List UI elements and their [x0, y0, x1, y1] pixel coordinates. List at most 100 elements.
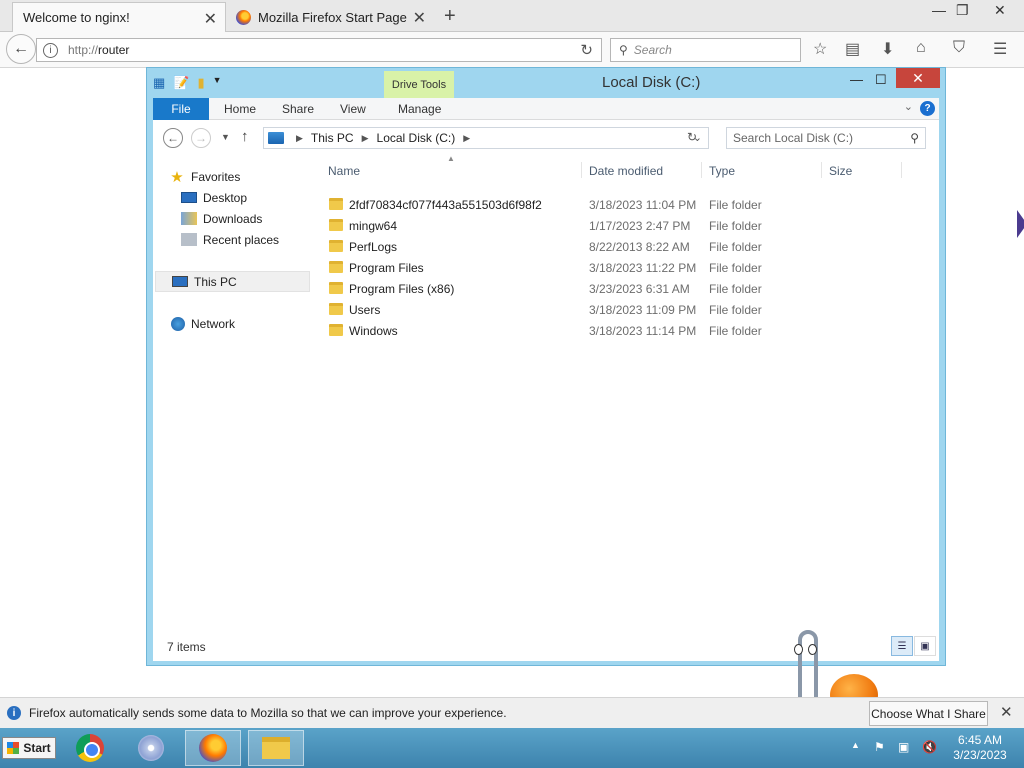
column-divider[interactable] — [901, 162, 902, 178]
taskbar-firefox[interactable] — [185, 730, 241, 766]
home-icon[interactable]: ⌂ — [916, 39, 926, 57]
back-button[interactable]: ← — [163, 128, 183, 148]
tab-nginx[interactable]: Welcome to nginx! ✕ — [12, 2, 226, 32]
file-type: File folder — [709, 261, 762, 275]
column-divider[interactable] — [701, 162, 702, 178]
search-placeholder: Search Local Disk (C:) — [733, 131, 854, 145]
windows-logo-icon — [7, 742, 20, 754]
minimize-icon[interactable]: — — [850, 72, 863, 87]
column-divider[interactable] — [821, 162, 822, 178]
close-notification-icon[interactable]: ✕ — [1000, 703, 1013, 721]
site-info-icon[interactable]: i — [43, 42, 58, 58]
table-row[interactable]: mingw64 1/17/2023 2:47 PM File folder — [323, 215, 923, 236]
forward-button[interactable]: → — [191, 128, 211, 148]
tab-home[interactable]: Home — [224, 98, 256, 120]
nav-this-pc[interactable]: This PC — [155, 271, 310, 292]
nav-label: Recent places — [203, 232, 280, 247]
firefox-icon — [199, 734, 227, 762]
choose-what-i-share-button[interactable]: Choose What I Share — [869, 701, 988, 726]
downloads-icon[interactable]: ⬇ — [881, 39, 894, 59]
qat-dropdown-icon[interactable]: ▼ — [213, 75, 222, 91]
folder-icon — [329, 282, 343, 294]
refresh-icon[interactable]: ↻ — [687, 130, 697, 144]
action-center-flag-icon[interactable]: ⚑ — [874, 740, 885, 754]
new-folder-icon[interactable]: ▮ — [197, 75, 204, 91]
volume-muted-icon[interactable]: 🔇 — [922, 740, 937, 754]
chevron-right-icon[interactable]: ▶ — [296, 133, 303, 144]
back-arrow-icon: ← — [13, 40, 29, 57]
large-icons-view-button[interactable]: ▣ — [914, 636, 936, 656]
expand-ribbon-icon[interactable]: ⌄ — [904, 100, 913, 113]
nav-desktop[interactable]: Desktop — [181, 187, 247, 208]
tab-manage[interactable]: Manage — [398, 98, 441, 120]
tab-firefox-start[interactable]: Mozilla Firefox Start Page ✕ — [226, 2, 434, 32]
restore-icon[interactable]: ❐ — [956, 2, 969, 19]
column-header-name[interactable]: Name — [328, 160, 360, 182]
show-hidden-icons[interactable]: ▲ — [851, 740, 860, 750]
maximize-icon[interactable]: ☐ — [875, 72, 887, 88]
table-row[interactable]: Program Files 3/18/2023 11:22 PM File fo… — [323, 257, 923, 278]
table-row[interactable]: Users 3/18/2023 11:09 PM File folder — [323, 299, 923, 320]
nav-label: Downloads — [203, 211, 263, 226]
breadcrumb-this-pc[interactable]: This PC — [311, 131, 354, 145]
new-tab-icon[interactable]: + — [444, 5, 456, 28]
tab-view[interactable]: View — [340, 98, 366, 120]
table-row[interactable]: Windows 3/18/2023 11:14 PM File folder — [323, 320, 923, 341]
clippy-eye — [794, 644, 803, 655]
star-icon: ★ — [170, 168, 184, 186]
nav-label: Desktop — [203, 190, 248, 205]
table-row[interactable]: Program Files (x86) 3/23/2023 6:31 AM Fi… — [323, 278, 923, 299]
nav-favorites[interactable]: ★ Favorites — [169, 166, 240, 187]
up-arrow-icon[interactable]: ↑ — [241, 128, 249, 145]
clock-date: 3/23/2023 — [953, 748, 1007, 762]
file-name: mingw64 — [349, 219, 398, 233]
tab-label: Welcome to nginx! — [23, 10, 130, 25]
reload-icon[interactable]: ↻ — [580, 41, 593, 59]
nav-network[interactable]: Network — [171, 313, 235, 334]
taskbar-chrome[interactable] — [62, 730, 118, 766]
close-window-icon[interactable]: ✕ — [994, 2, 1006, 19]
start-button[interactable]: Start — [2, 737, 56, 759]
side-arrow-icon[interactable] — [1017, 210, 1024, 238]
pocket-icon[interactable]: ⛉ — [953, 39, 965, 57]
nav-recent-places[interactable]: Recent places — [181, 229, 279, 250]
system-clock[interactable]: 6:45 AM 3/23/2023 — [940, 733, 1020, 763]
large-icons-view-icon: ▣ — [920, 640, 930, 652]
reading-list-icon[interactable]: ▤ — [845, 39, 860, 59]
url-bar[interactable]: i http:// router ↻ — [36, 38, 602, 62]
tab-share[interactable]: Share — [282, 98, 314, 120]
search-local-input[interactable]: Search Local Disk (C:) ⚲ — [726, 127, 926, 149]
table-row[interactable]: 2fdf70834cf077f443a551503d6f98f2 3/18/20… — [323, 194, 923, 215]
close-button[interactable]: ✕ — [896, 68, 940, 88]
column-header-date[interactable]: Date modified — [589, 160, 663, 182]
column-header-size[interactable]: Size — [829, 160, 852, 182]
minimize-icon[interactable]: — — [932, 2, 946, 18]
properties-icon[interactable]: 📝 — [173, 75, 189, 91]
taskbar-media[interactable] — [123, 730, 179, 766]
file-type: File folder — [709, 240, 762, 254]
address-bar[interactable]: ▶ This PC ▶ Local Disk (C:) ▶ ⌄ — [263, 127, 709, 149]
search-input[interactable]: ⚲ Search — [610, 38, 801, 62]
chevron-right-icon[interactable]: ▶ — [463, 133, 470, 144]
nav-downloads[interactable]: Downloads — [181, 208, 262, 229]
bookmark-star-icon[interactable]: ☆ — [813, 39, 827, 59]
details-view-button[interactable]: ☰ — [891, 636, 913, 656]
chevron-right-icon[interactable]: ▶ — [362, 133, 369, 144]
close-tab-icon[interactable]: ✕ — [204, 9, 217, 29]
column-header-type[interactable]: Type — [709, 160, 735, 182]
help-icon[interactable]: ? — [920, 101, 935, 116]
taskbar-file-explorer[interactable] — [248, 730, 304, 766]
tab-file[interactable]: File — [153, 98, 209, 120]
breadcrumb-local-disk[interactable]: Local Disk (C:) — [377, 131, 456, 145]
column-divider[interactable] — [581, 162, 582, 178]
back-button[interactable]: ← — [6, 34, 36, 64]
pc-icon[interactable]: ▦ — [153, 75, 165, 91]
recent-locations-icon[interactable]: ▼ — [221, 132, 230, 142]
menu-icon[interactable]: ☰ — [993, 39, 1007, 59]
folder-icon — [329, 303, 343, 315]
browser-nav-bar: ← i http:// router ↻ ⚲ Search ☆ ▤ ⬇ ⌂ ⛉ … — [0, 32, 1024, 68]
table-row[interactable]: PerfLogs 8/22/2013 8:22 AM File folder — [323, 236, 923, 257]
network-tray-icon[interactable]: ▣ — [898, 740, 909, 754]
close-tab-icon[interactable]: ✕ — [413, 8, 426, 28]
forward-arrow-icon: → — [195, 131, 207, 145]
